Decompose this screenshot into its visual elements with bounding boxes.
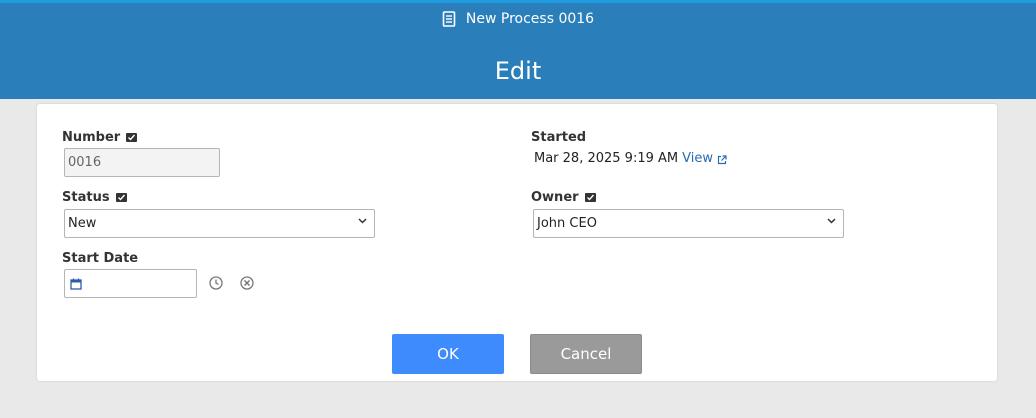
owner-label-text: Owner xyxy=(531,190,579,205)
calendar-icon[interactable] xyxy=(70,278,82,290)
external-link-icon[interactable] xyxy=(717,154,727,164)
started-value: Mar 28, 2025 9:19 AM xyxy=(534,151,679,166)
chevron-down-icon xyxy=(827,218,836,224)
number-field[interactable]: 0016 xyxy=(64,148,220,177)
document-icon xyxy=(442,11,456,27)
started-label: Started xyxy=(531,130,587,145)
edit-check-icon xyxy=(115,193,127,202)
start-date-label: Start Date xyxy=(62,251,139,266)
clock-icon[interactable] xyxy=(209,276,223,290)
chevron-down-icon xyxy=(358,218,367,224)
status-label: Status xyxy=(62,190,127,205)
edit-form-card: Number 0016 Started Mar 28, 2025 9:19 AM… xyxy=(37,104,997,381)
number-label-text: Number xyxy=(62,130,121,145)
owner-label: Owner xyxy=(531,190,596,205)
page-title: Edit xyxy=(494,57,542,85)
started-value-row: Mar 28, 2025 9:19 AM View xyxy=(534,151,727,166)
view-link[interactable]: View xyxy=(682,151,713,166)
clear-icon[interactable] xyxy=(240,276,254,290)
start-date-input[interactable] xyxy=(64,269,197,298)
ok-button[interactable]: OK xyxy=(392,334,504,374)
owner-select[interactable]: John CEO xyxy=(533,209,844,238)
owner-select-value: John CEO xyxy=(537,216,597,231)
edit-check-icon xyxy=(584,193,596,202)
number-label: Number xyxy=(62,130,138,145)
process-title: New Process 0016 xyxy=(465,11,595,27)
status-select-value: New xyxy=(68,216,97,231)
process-title-row: New Process 0016 xyxy=(0,11,1036,27)
cancel-button[interactable]: Cancel xyxy=(530,334,642,374)
edit-check-icon xyxy=(126,133,138,142)
header-bar: New Process 0016 Edit xyxy=(0,0,1036,99)
status-label-text: Status xyxy=(62,190,110,205)
status-select[interactable]: New xyxy=(64,209,375,238)
